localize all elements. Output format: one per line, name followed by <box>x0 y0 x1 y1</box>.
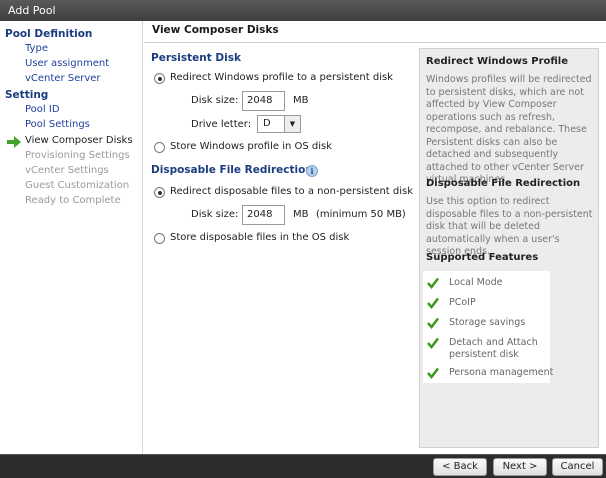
help-heading-supported-features: Supported Features <box>426 252 539 263</box>
help-panel: Redirect Windows Profile Windows profile… <box>419 48 599 448</box>
disposable-disk-size-label: Disk size: <box>191 209 239 220</box>
info-icon[interactable]: i <box>306 165 318 177</box>
persistent-disk-heading: Persistent Disk <box>151 52 241 64</box>
sidebar-item-view-composer-disks[interactable]: View Composer Disks <box>25 135 133 146</box>
chevron-down-icon[interactable]: ▼ <box>284 116 300 132</box>
feature-label: Persona management <box>449 367 554 378</box>
sidebar-item-pool-settings[interactable]: Pool Settings <box>25 119 90 130</box>
feature-label: Storage savings <box>449 317 526 328</box>
store-profile-radio[interactable] <box>154 142 165 153</box>
feature-label: PCoIP <box>449 297 476 308</box>
help-heading-disposable: Disposable File Redirection <box>426 178 581 189</box>
wizard-footer: < Back Next > Cancel <box>0 454 606 478</box>
sidebar-section-setting: Setting <box>5 89 49 101</box>
profile-disk-size-input[interactable]: 2048 <box>242 91 285 111</box>
window-title: Add Pool <box>0 0 606 21</box>
help-text-redirect-profile: Windows profiles will be redirected to p… <box>426 74 592 185</box>
help-heading-redirect-profile: Redirect Windows Profile <box>426 56 569 67</box>
checkmark-icon <box>427 317 439 329</box>
current-step-arrow-icon <box>7 136 21 148</box>
sidebar-item-vcenter-settings: vCenter Settings <box>25 165 109 176</box>
next-button[interactable]: Next > <box>493 458 547 476</box>
cancel-button[interactable]: Cancel <box>552 458 603 476</box>
drive-letter-label: Drive letter: <box>191 119 252 130</box>
disposable-disk-size-unit: MB <box>293 209 309 220</box>
checkmark-icon <box>427 277 439 289</box>
drive-letter-value: D <box>263 118 271 129</box>
sidebar-section-pool-definition: Pool Definition <box>5 28 93 40</box>
main-panel: View Composer Disks Persistent Disk Redi… <box>144 21 606 454</box>
disposable-redirection-heading: Disposable File Redirection <box>151 164 313 176</box>
redirect-profile-label[interactable]: Redirect Windows profile to a persistent… <box>170 72 393 83</box>
store-disposable-label[interactable]: Store disposable files in the OS disk <box>170 232 349 243</box>
feature-label: Detach and Attach persistent disk <box>449 337 538 360</box>
minimum-size-note: (minimum 50 MB) <box>316 209 406 220</box>
checkmark-icon <box>427 297 439 309</box>
sidebar-item-vcenter-server[interactable]: vCenter Server <box>25 73 101 84</box>
sidebar-item-ready-to-complete: Ready to Complete <box>25 195 121 206</box>
sidebar-item-provisioning-settings: Provisioning Settings <box>25 150 130 161</box>
sidebar-item-guest-customization: Guest Customization <box>25 180 130 191</box>
checkmark-icon <box>427 337 439 349</box>
supported-features-list: Local Mode PCoIP Storage savings Detach … <box>423 271 554 383</box>
back-button[interactable]: < Back <box>433 458 487 476</box>
wizard-sidebar: Pool Definition Type User assignment vCe… <box>0 21 143 454</box>
redirect-disposable-radio[interactable] <box>154 187 165 198</box>
page-title: View Composer Disks <box>144 21 606 43</box>
disposable-disk-size-input[interactable]: 2048 <box>242 205 285 225</box>
sidebar-item-type[interactable]: Type <box>25 43 48 54</box>
feature-label: Local Mode <box>449 277 503 288</box>
profile-disk-size-label: Disk size: <box>191 95 239 106</box>
drive-letter-select[interactable]: D ▼ <box>257 115 301 133</box>
checkmark-icon <box>427 367 439 379</box>
sidebar-item-user-assignment[interactable]: User assignment <box>25 58 109 69</box>
store-profile-label[interactable]: Store Windows profile in OS disk <box>170 141 332 152</box>
redirect-profile-radio[interactable] <box>154 73 165 84</box>
redirect-disposable-label[interactable]: Redirect disposable files to a non-persi… <box>170 186 413 197</box>
store-disposable-radio[interactable] <box>154 233 165 244</box>
profile-disk-size-unit: MB <box>293 95 309 106</box>
help-text-disposable: Use this option to redirect disposable f… <box>426 196 593 257</box>
sidebar-item-pool-id[interactable]: Pool ID <box>25 104 60 115</box>
